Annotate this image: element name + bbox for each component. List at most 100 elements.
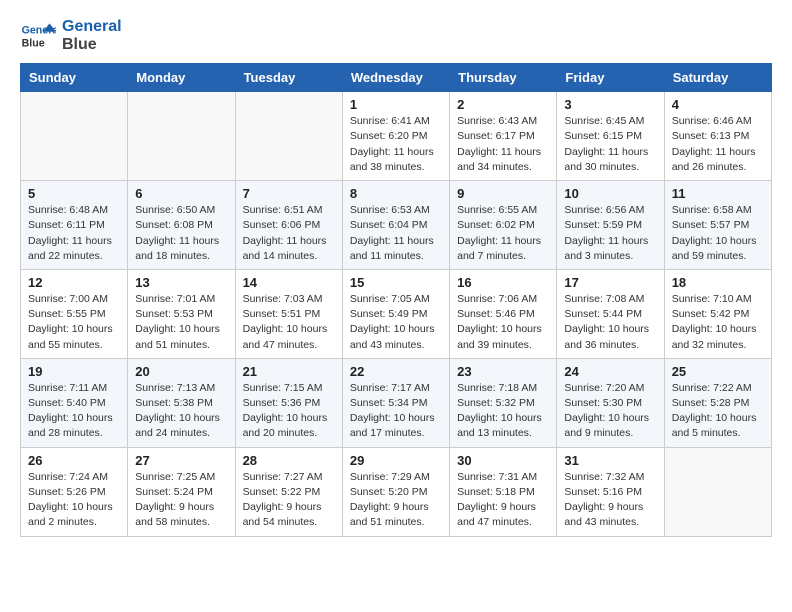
svg-text:Blue: Blue — [22, 37, 45, 49]
calendar-cell: 7 Sunrise: 6:51 AM Sunset: 6:06 PM Daylig… — [235, 181, 342, 270]
day-info: Sunrise: 6:43 AM Sunset: 6:17 PM Dayligh… — [457, 114, 549, 175]
day-info: Sunrise: 6:46 AM Sunset: 6:13 PM Dayligh… — [672, 114, 764, 175]
weekday-header: Monday — [128, 64, 235, 92]
calendar-week-row: 12Sunrise: 7:00 AM Sunset: 5:55 PM Dayli… — [21, 269, 772, 358]
day-number: 28 — [243, 453, 335, 468]
day-info: Sunrise: 7:24 AM Sunset: 5:26 PM Dayligh… — [28, 470, 120, 531]
day-number: 15 — [350, 275, 442, 290]
day-info: Sunrise: 7:03 AM Sunset: 5:51 PM Dayligh… — [243, 292, 335, 353]
day-info: Sunrise: 6:48 AM Sunset: 6:11 PM Dayligh… — [28, 203, 120, 264]
day-number: 18 — [672, 275, 764, 290]
day-info: Sunrise: 7:06 AM Sunset: 5:46 PM Dayligh… — [457, 292, 549, 353]
day-info: Sunrise: 7:27 AM Sunset: 5:22 PM Dayligh… — [243, 470, 335, 531]
calendar-cell: 16 Sunrise: 7:06 AM Sunset: 5:46 PM Dayli… — [450, 269, 557, 358]
calendar-cell: 27Sunrise: 7:25 AM Sunset: 5:24 PM Dayli… — [128, 447, 235, 536]
day-info: Sunrise: 6:58 AM Sunset: 5:57 PM Dayligh… — [672, 203, 764, 264]
calendar-cell: 4 Sunrise: 6:46 AM Sunset: 6:13 PM Daylig… — [664, 92, 771, 181]
calendar-cell: 2 Sunrise: 6:43 AM Sunset: 6:17 PM Daylig… — [450, 92, 557, 181]
calendar-cell: 8 Sunrise: 6:53 AM Sunset: 6:04 PM Daylig… — [342, 181, 449, 270]
calendar-cell: 12Sunrise: 7:00 AM Sunset: 5:55 PM Dayli… — [21, 269, 128, 358]
calendar-cell: 19 Sunrise: 7:11 AM Sunset: 5:40 PM Dayli… — [21, 358, 128, 447]
logo-icon: General Blue — [20, 17, 56, 53]
day-number: 2 — [457, 97, 549, 112]
day-info: Sunrise: 6:41 AM Sunset: 6:20 PM Dayligh… — [350, 114, 442, 175]
calendar-week-row: 26Sunrise: 7:24 AM Sunset: 5:26 PM Dayli… — [21, 447, 772, 536]
day-info: Sunrise: 6:45 AM Sunset: 6:15 PM Dayligh… — [564, 114, 656, 175]
day-number: 11 — [672, 186, 764, 201]
calendar-cell: 31 Sunrise: 7:32 AM Sunset: 5:16 PM Dayli… — [557, 447, 664, 536]
day-info: Sunrise: 7:01 AM Sunset: 5:53 PM Dayligh… — [135, 292, 227, 353]
day-number: 16 — [457, 275, 549, 290]
day-info: Sunrise: 7:18 AM Sunset: 5:32 PM Dayligh… — [457, 381, 549, 442]
calendar-cell — [21, 92, 128, 181]
day-number: 6 — [135, 186, 227, 201]
day-info: Sunrise: 7:17 AM Sunset: 5:34 PM Dayligh… — [350, 381, 442, 442]
day-number: 25 — [672, 364, 764, 379]
calendar-cell: 30 Sunrise: 7:31 AM Sunset: 5:18 PM Dayli… — [450, 447, 557, 536]
day-number: 5 — [28, 186, 120, 201]
calendar-cell: 13 Sunrise: 7:01 AM Sunset: 5:53 PM Dayli… — [128, 269, 235, 358]
calendar-week-row: 19 Sunrise: 7:11 AM Sunset: 5:40 PM Dayli… — [21, 358, 772, 447]
day-info: Sunrise: 6:53 AM Sunset: 6:04 PM Dayligh… — [350, 203, 442, 264]
day-info: Sunrise: 7:15 AM Sunset: 5:36 PM Dayligh… — [243, 381, 335, 442]
calendar-cell — [235, 92, 342, 181]
calendar-header-row: SundayMondayTuesdayWednesdayThursdayFrid… — [21, 64, 772, 92]
calendar-week-row: 1 Sunrise: 6:41 AM Sunset: 6:20 PM Daylig… — [21, 92, 772, 181]
day-number: 9 — [457, 186, 549, 201]
day-info: Sunrise: 7:25 AM Sunset: 5:24 PM Dayligh… — [135, 470, 227, 531]
day-info: Sunrise: 7:29 AM Sunset: 5:20 PM Dayligh… — [350, 470, 442, 531]
calendar-table: SundayMondayTuesdayWednesdayThursdayFrid… — [20, 63, 772, 536]
calendar-cell: 24Sunrise: 7:20 AM Sunset: 5:30 PM Dayli… — [557, 358, 664, 447]
calendar-cell: 21 Sunrise: 7:15 AM Sunset: 5:36 PM Dayli… — [235, 358, 342, 447]
calendar-cell: 6Sunrise: 6:50 AM Sunset: 6:08 PM Daylig… — [128, 181, 235, 270]
day-number: 1 — [350, 97, 442, 112]
day-number: 13 — [135, 275, 227, 290]
day-info: Sunrise: 7:20 AM Sunset: 5:30 PM Dayligh… — [564, 381, 656, 442]
day-number: 7 — [243, 186, 335, 201]
calendar-cell: 20 Sunrise: 7:13 AM Sunset: 5:38 PM Dayli… — [128, 358, 235, 447]
day-number: 20 — [135, 364, 227, 379]
day-number: 23 — [457, 364, 549, 379]
calendar-cell: 23 Sunrise: 7:18 AM Sunset: 5:32 PM Dayli… — [450, 358, 557, 447]
day-info: Sunrise: 6:51 AM Sunset: 6:06 PM Dayligh… — [243, 203, 335, 264]
day-info: Sunrise: 6:55 AM Sunset: 6:02 PM Dayligh… — [457, 203, 549, 264]
day-number: 19 — [28, 364, 120, 379]
calendar-cell: 5 Sunrise: 6:48 AM Sunset: 6:11 PM Daylig… — [21, 181, 128, 270]
day-info: Sunrise: 7:31 AM Sunset: 5:18 PM Dayligh… — [457, 470, 549, 531]
calendar-cell — [664, 447, 771, 536]
day-number: 30 — [457, 453, 549, 468]
weekday-header: Wednesday — [342, 64, 449, 92]
calendar-cell: 3 Sunrise: 6:45 AM Sunset: 6:15 PM Daylig… — [557, 92, 664, 181]
day-info: Sunrise: 7:11 AM Sunset: 5:40 PM Dayligh… — [28, 381, 120, 442]
day-number: 14 — [243, 275, 335, 290]
logo-general: General — [62, 18, 122, 36]
day-info: Sunrise: 7:08 AM Sunset: 5:44 PM Dayligh… — [564, 292, 656, 353]
header: General Blue General Blue — [20, 16, 772, 53]
weekday-header: Saturday — [664, 64, 771, 92]
calendar-cell: 29 Sunrise: 7:29 AM Sunset: 5:20 PM Dayli… — [342, 447, 449, 536]
calendar-cell: 28 Sunrise: 7:27 AM Sunset: 5:22 PM Dayli… — [235, 447, 342, 536]
day-number: 4 — [672, 97, 764, 112]
day-number: 10 — [564, 186, 656, 201]
weekday-header: Tuesday — [235, 64, 342, 92]
day-number: 17 — [564, 275, 656, 290]
calendar-cell: 11 Sunrise: 6:58 AM Sunset: 5:57 PM Dayli… — [664, 181, 771, 270]
calendar-cell: 22 Sunrise: 7:17 AM Sunset: 5:34 PM Dayli… — [342, 358, 449, 447]
day-info: Sunrise: 6:56 AM Sunset: 5:59 PM Dayligh… — [564, 203, 656, 264]
calendar-cell: 10 Sunrise: 6:56 AM Sunset: 5:59 PM Dayli… — [557, 181, 664, 270]
day-info: Sunrise: 7:13 AM Sunset: 5:38 PM Dayligh… — [135, 381, 227, 442]
logo: General Blue General Blue — [20, 16, 122, 53]
day-info: Sunrise: 7:10 AM Sunset: 5:42 PM Dayligh… — [672, 292, 764, 353]
day-number: 8 — [350, 186, 442, 201]
day-info: Sunrise: 7:32 AM Sunset: 5:16 PM Dayligh… — [564, 470, 656, 531]
logo-blue: Blue — [62, 36, 122, 54]
day-number: 21 — [243, 364, 335, 379]
day-info: Sunrise: 7:05 AM Sunset: 5:49 PM Dayligh… — [350, 292, 442, 353]
day-info: Sunrise: 7:00 AM Sunset: 5:55 PM Dayligh… — [28, 292, 120, 353]
day-number: 3 — [564, 97, 656, 112]
day-number: 29 — [350, 453, 442, 468]
calendar-cell: 17 Sunrise: 7:08 AM Sunset: 5:44 PM Dayli… — [557, 269, 664, 358]
day-number: 31 — [564, 453, 656, 468]
calendar-cell: 9 Sunrise: 6:55 AM Sunset: 6:02 PM Daylig… — [450, 181, 557, 270]
day-number: 22 — [350, 364, 442, 379]
